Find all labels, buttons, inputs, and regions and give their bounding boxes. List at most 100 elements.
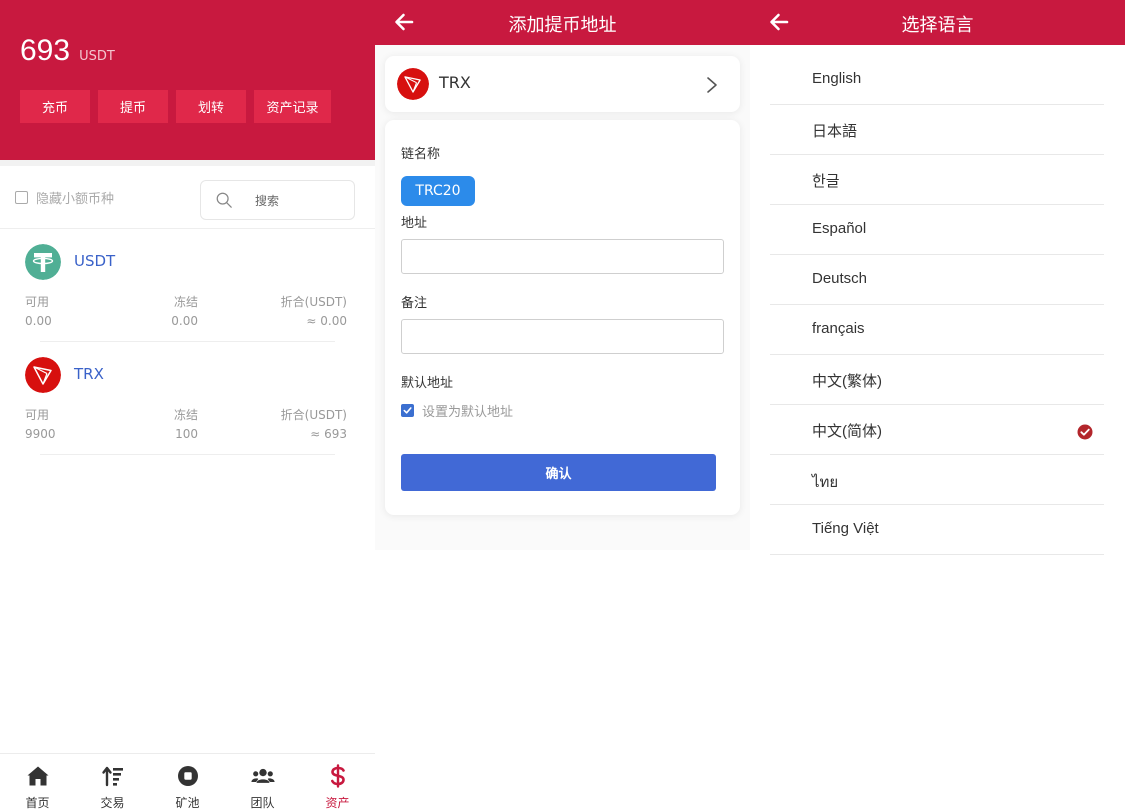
confirm-button[interactable]: 确认 xyxy=(401,454,716,491)
tab-mining-pool[interactable]: 矿池 xyxy=(150,754,225,812)
tab-team[interactable]: 团队 xyxy=(225,754,300,812)
asset-records-button[interactable]: 资产记录 xyxy=(254,90,331,123)
dollar-icon xyxy=(330,764,345,788)
coin-row-usdt[interactable]: USDT 可用 0.00 冻结 0.00 折合(USDT) ≈ 0.00 xyxy=(0,229,375,342)
tether-icon xyxy=(25,244,61,280)
stop-circle-icon xyxy=(177,766,198,786)
language-option[interactable]: English xyxy=(770,55,1104,105)
withdraw-button[interactable]: 提币 xyxy=(98,90,168,123)
check-circle-icon xyxy=(1077,424,1093,440)
section-divider xyxy=(0,160,375,166)
withdraw-address-panel: 添加提币地址 TRX 链名称 TRC20 地址 备注 默认地址 设置为默认地址 xyxy=(375,0,750,812)
language-label: 日本語 xyxy=(812,123,858,140)
total-balance: 693 USDT xyxy=(20,34,115,68)
deposit-button[interactable]: 充币 xyxy=(20,90,90,123)
language-option[interactable]: 한글 xyxy=(770,155,1104,205)
tab-trade[interactable]: 交易 xyxy=(75,754,150,812)
tron-icon xyxy=(25,357,61,393)
available-col: 可用 0.00 xyxy=(25,293,52,331)
language-label: 한글 xyxy=(812,173,840,190)
chain-option-trc20[interactable]: TRC20 xyxy=(401,176,475,206)
converted-label: 折合(USDT) xyxy=(280,408,347,422)
default-checkbox-label: 设置为默认地址 xyxy=(422,405,514,420)
language-option[interactable]: Español xyxy=(770,205,1104,255)
language-option[interactable]: 日本語 xyxy=(770,105,1104,155)
address-input[interactable] xyxy=(401,239,724,274)
coin-name: TRX xyxy=(74,365,104,383)
language-option-selected[interactable]: 中文(简体) xyxy=(770,405,1104,455)
available-col: 可用 9900 xyxy=(25,406,56,444)
language-panel: 选择语言 English 日本語 한글 Español Deutsch fran… xyxy=(750,0,1125,812)
converted-value: ≈ 0.00 xyxy=(306,314,347,328)
selected-coin: TRX xyxy=(439,73,471,92)
tab-label: 资产 xyxy=(325,796,350,810)
bottom-tab-bar: 首页 交易 矿池 团队 资产 xyxy=(0,753,375,812)
hide-small-checkbox[interactable] xyxy=(15,191,28,204)
language-label: 中文(简体) xyxy=(812,423,882,440)
available-label: 可用 xyxy=(25,408,50,422)
language-option[interactable]: français xyxy=(770,305,1104,355)
tab-home[interactable]: 首页 xyxy=(0,754,75,812)
hide-small-label: 隐藏小额币种 xyxy=(36,192,115,207)
available-value: 9900 xyxy=(25,427,56,441)
top-bar: 选择语言 xyxy=(750,0,1125,45)
tab-label: 矿池 xyxy=(175,796,200,810)
language-label: Español xyxy=(812,220,867,237)
assets-header: 693 USDT 充币 提币 划转 资产记录 xyxy=(0,0,375,160)
check-icon xyxy=(403,407,412,414)
page-title: 添加提币地址 xyxy=(508,15,617,36)
coin-name: USDT xyxy=(74,252,116,270)
default-address-toggle[interactable]: 设置为默认地址 xyxy=(401,401,513,420)
frozen-value: 100 xyxy=(175,427,198,441)
row-divider xyxy=(40,454,335,455)
coin-selector[interactable]: TRX xyxy=(385,56,740,112)
language-label: français xyxy=(812,320,865,337)
language-label: English xyxy=(812,70,862,87)
converted-label: 折合(USDT) xyxy=(280,295,347,309)
search-placeholder: 搜索 xyxy=(255,193,280,208)
language-option[interactable]: ไทย xyxy=(770,455,1104,505)
tron-icon xyxy=(397,68,429,100)
hide-small-coins-toggle[interactable]: 隐藏小额币种 xyxy=(15,188,114,207)
available-label: 可用 xyxy=(25,295,50,309)
tab-label: 团队 xyxy=(250,796,275,810)
coin-row-trx[interactable]: TRX 可用 9900 冻结 100 折合(USDT) ≈ 693 xyxy=(0,342,375,455)
total-value: 693 xyxy=(20,34,71,67)
transfer-button[interactable]: 划转 xyxy=(176,90,246,123)
language-list: English 日本語 한글 Español Deutsch français … xyxy=(770,55,1104,555)
note-input[interactable] xyxy=(401,319,724,354)
converted-col: 折合(USDT) ≈ 693 xyxy=(281,406,347,444)
tab-label: 首页 xyxy=(25,796,50,810)
address-form: 链名称 TRC20 地址 备注 默认地址 设置为默认地址 确认 xyxy=(385,120,740,515)
total-unit: USDT xyxy=(79,49,115,64)
language-option[interactable]: 中文(繁体) xyxy=(770,355,1104,405)
frozen-label: 冻结 xyxy=(173,408,198,422)
address-label: 地址 xyxy=(401,216,428,231)
note-label: 备注 xyxy=(401,296,428,311)
default-address-label: 默认地址 xyxy=(401,376,454,391)
frozen-label: 冻结 xyxy=(173,295,198,309)
chevron-right-icon xyxy=(707,77,717,93)
frozen-col: 冻结 100 xyxy=(140,406,198,444)
asset-actions: 充币 提币 划转 资产记录 xyxy=(20,90,331,123)
available-value: 0.00 xyxy=(25,314,52,328)
frozen-value: 0.00 xyxy=(171,314,198,328)
chain-label: 链名称 xyxy=(401,147,441,162)
home-icon xyxy=(27,766,48,786)
page-title: 选择语言 xyxy=(901,15,974,36)
language-option[interactable]: Deutsch xyxy=(770,255,1104,305)
default-checkbox[interactable] xyxy=(401,404,414,417)
language-label: 中文(繁体) xyxy=(812,373,882,390)
search-icon xyxy=(216,192,232,208)
top-bar: 添加提币地址 xyxy=(375,0,750,45)
sort-icon xyxy=(101,766,123,787)
converted-value: ≈ 693 xyxy=(310,427,347,441)
assets-panel: 693 USDT 充币 提币 划转 资产记录 隐藏小额币种 搜索 USDT 可用… xyxy=(0,0,375,812)
users-icon xyxy=(250,768,275,783)
language-label: ไทย xyxy=(812,474,839,491)
search-input[interactable]: 搜索 xyxy=(200,180,355,220)
tab-assets[interactable]: 资产 xyxy=(300,754,375,812)
language-option[interactable]: Tiếng Việt xyxy=(770,505,1104,555)
tab-label: 交易 xyxy=(100,796,125,810)
frozen-col: 冻结 0.00 xyxy=(140,293,198,331)
